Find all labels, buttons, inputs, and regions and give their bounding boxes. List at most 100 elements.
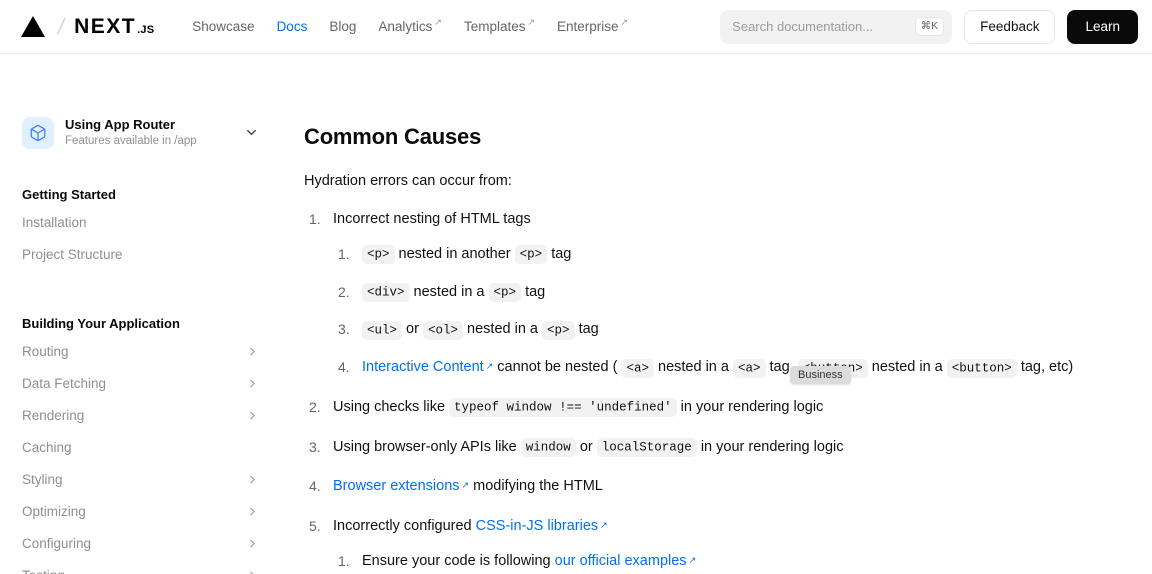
docs-sidebar: Using App Router Features available in /… xyxy=(0,54,281,574)
sidebar-item-label: Testing xyxy=(22,568,246,574)
sidebar-item-testing[interactable]: Testing xyxy=(22,559,259,574)
nav-label: Analytics xyxy=(378,19,433,34)
list-item-3: Using browser-only APIs like window or l… xyxy=(304,437,1152,459)
chevron-right-icon xyxy=(246,505,259,518)
browser-extensions-link[interactable]: Browser extensions ↗ xyxy=(333,478,469,494)
chevron-right-icon xyxy=(246,345,259,358)
sidebar-item-styling[interactable]: Styling xyxy=(22,463,259,495)
item5-sublist: Ensure your code is following our offici… xyxy=(333,551,1152,573)
wordmark-suffix: .JS xyxy=(137,23,155,36)
sidebar-item-rendering[interactable]: Rendering xyxy=(22,399,259,431)
item3-post: in your rendering logic xyxy=(700,438,844,455)
sidebar-item-label: Project Structure xyxy=(22,246,123,262)
switcher-text: Using App Router Features available in /… xyxy=(65,116,233,149)
chevron-right-icon xyxy=(246,377,259,390)
external-link-icon: ↗ xyxy=(620,17,629,27)
wordmark-main: NEXT xyxy=(74,14,137,38)
item2-post: in your rendering logic xyxy=(680,398,824,415)
sidebar-item-label: Rendering xyxy=(22,407,85,423)
nav-item-templates[interactable]: Templates ↗ xyxy=(463,17,536,34)
business-tooltip: Business xyxy=(790,366,851,384)
nav-item-enterprise[interactable]: Enterprise ↗ xyxy=(557,17,629,34)
switcher-title: Using App Router xyxy=(65,117,176,132)
sidebar-item-label: Data Fetching xyxy=(22,375,107,391)
switcher-subtitle: Features available in /app xyxy=(65,134,197,147)
sidebar-item-optimizing[interactable]: Optimizing xyxy=(22,495,259,527)
code-chip: <p> xyxy=(362,245,395,265)
nav-label: Templates xyxy=(463,19,526,34)
sub3-or: or xyxy=(406,321,419,338)
nav-label: Enterprise xyxy=(557,19,619,34)
sidebar-item-label: Optimizing xyxy=(22,503,86,519)
code-chip: <ul> xyxy=(362,320,403,340)
sidebar-item-project-structure[interactable]: Project Structure xyxy=(22,238,259,270)
sub4-mid1: nested in a xyxy=(658,359,729,375)
external-link-icon: ↗ xyxy=(527,17,536,27)
chevron-right-icon xyxy=(246,473,259,486)
code-chip: window xyxy=(520,438,576,457)
code-chip: localStorage xyxy=(596,438,697,457)
sidebar-item-routing[interactable]: Routing xyxy=(22,335,259,367)
sub4-mid3: nested in a xyxy=(871,359,943,375)
app-router-switcher[interactable]: Using App Router Features available in /… xyxy=(22,116,259,149)
list-item-5-1: Ensure your code is following our offici… xyxy=(333,551,1152,573)
list-item-1: Incorrect nesting of HTML tags <p> neste… xyxy=(304,209,1152,379)
nav-label: Docs xyxy=(276,19,308,34)
search-shortcut-badge: ⌘K xyxy=(914,17,945,36)
sidebar-item-label: Installation xyxy=(22,214,87,230)
brand-logo[interactable]: / NEXT .JS xyxy=(16,14,154,40)
external-link-icon: ↗ xyxy=(485,361,494,371)
nav-item-analytics[interactable]: Analytics ↗ xyxy=(378,17,442,34)
item3-pre: Using browser-only APIs like xyxy=(333,438,517,455)
code-chip: <ol> xyxy=(422,320,463,340)
link-label: our official examples xyxy=(554,552,687,569)
nav-item-showcase[interactable]: Showcase xyxy=(192,19,254,34)
sidebar-item-caching[interactable]: Caching xyxy=(22,431,259,463)
sidebar-item-installation[interactable]: Installation xyxy=(22,206,259,238)
item4-post: modifying the HTML xyxy=(473,478,603,495)
code-chip: <button> xyxy=(946,358,1017,378)
sidebar-item-configuring[interactable]: Configuring xyxy=(22,527,259,559)
nav-item-blog[interactable]: Blog xyxy=(329,19,356,34)
item1-sublist: <p> nested in another <p> tag <div> nest… xyxy=(333,244,1152,379)
sub1-mid: nested in another xyxy=(398,245,511,262)
css-in-js-libraries-link[interactable]: CSS-in-JS libraries ↗ xyxy=(476,518,608,534)
sub4-after-link: cannot be nested ( xyxy=(497,359,618,375)
sidebar-group-getting-started: Getting Started xyxy=(22,187,116,203)
header-actions: ⌘K Feedback Learn xyxy=(720,9,1138,44)
item2-pre: Using checks like xyxy=(333,398,446,415)
search-input[interactable] xyxy=(732,19,915,34)
page-title: Common Causes xyxy=(304,124,482,149)
chevron-down-icon[interactable] xyxy=(244,125,259,140)
nav-label: Showcase xyxy=(192,19,255,34)
item1-text: Incorrect nesting of HTML tags xyxy=(333,211,531,227)
link-label: Interactive Content xyxy=(362,359,484,375)
learn-button[interactable]: Learn xyxy=(1067,9,1138,44)
code-chip: <a> xyxy=(732,358,766,378)
interactive-content-link[interactable]: Interactive Content ↗ xyxy=(362,359,493,375)
feedback-button[interactable]: Feedback xyxy=(964,9,1056,44)
code-chip: <a> xyxy=(621,358,654,378)
nextjs-wordmark: NEXT .JS xyxy=(74,15,154,39)
nav-label: Blog xyxy=(329,19,357,34)
list-item-1-1: <p> nested in another <p> tag xyxy=(333,244,1152,266)
link-label: CSS-in-JS libraries xyxy=(475,518,599,534)
code-chip: <div> xyxy=(362,283,410,302)
sub4-tail: tag, etc) xyxy=(1020,359,1074,375)
nav-item-docs[interactable]: Docs xyxy=(277,19,308,34)
sub1-tail: tag xyxy=(551,245,572,262)
sidebar-item-label: Caching xyxy=(22,439,72,455)
item5-sub1-pre: Ensure your code is following xyxy=(362,552,551,569)
external-link-icon: ↗ xyxy=(600,520,608,530)
sub2-mid: nested in a xyxy=(413,283,485,300)
docs-content: Common Causes Hydration errors can occur… xyxy=(281,54,1152,574)
sidebar-group-building-your-application: Building Your Application xyxy=(22,316,180,332)
official-examples-link[interactable]: our official examples ↗ xyxy=(555,553,696,569)
list-item-1-3: <ul> or <ol> nested in a <p> tag xyxy=(333,319,1152,341)
cube-icon xyxy=(22,116,54,149)
sidebar-item-label: Styling xyxy=(22,471,63,487)
search-box[interactable]: ⌘K xyxy=(720,9,953,44)
intro-text: Hydration errors can occur from: xyxy=(304,173,512,189)
sidebar-item-data-fetching[interactable]: Data Fetching xyxy=(22,367,259,399)
sidebar-item-label: Configuring xyxy=(22,535,92,551)
